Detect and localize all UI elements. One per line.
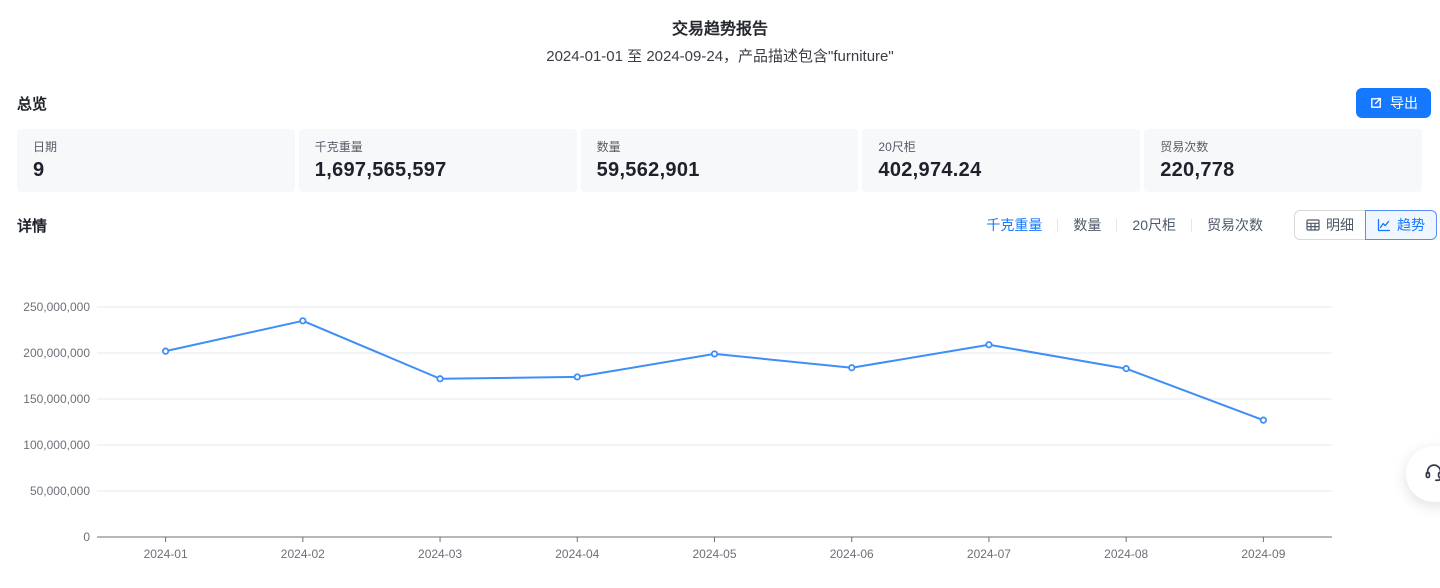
tab-quantity[interactable]: 数量 — [1073, 215, 1101, 235]
svg-text:2024-07: 2024-07 — [967, 547, 1011, 561]
trend-view-button[interactable]: 趋势 — [1365, 210, 1437, 240]
svg-text:2024-02: 2024-02 — [281, 547, 325, 561]
svg-text:200,000,000: 200,000,000 — [23, 346, 90, 360]
details-section-title: 详情 — [17, 215, 47, 236]
export-button-label: 导出 — [1390, 93, 1418, 113]
stat-label: 千克重量 — [315, 140, 561, 154]
svg-text:2024-09: 2024-09 — [1241, 547, 1285, 561]
svg-text:2024-04: 2024-04 — [555, 547, 599, 561]
stat-label: 日期 — [33, 140, 279, 154]
svg-text:150,000,000: 150,000,000 — [23, 392, 90, 406]
stat-value: 9 — [33, 159, 279, 182]
svg-text:100,000,000: 100,000,000 — [23, 438, 90, 452]
stat-card-date: 日期 9 — [17, 129, 295, 192]
metric-tabs: 千克重量 数量 20尺柜 贸易次数 — [986, 215, 1263, 235]
stat-label: 贸易次数 — [1160, 140, 1406, 154]
detail-view-label: 明细 — [1326, 215, 1354, 235]
view-toggle-group: 明细 趋势 — [1294, 210, 1437, 240]
export-icon — [1369, 96, 1383, 110]
svg-text:2024-01: 2024-01 — [144, 547, 188, 561]
overview-header: 总览 导出 — [17, 87, 1431, 119]
svg-text:50,000,000: 50,000,000 — [30, 484, 90, 498]
stat-card-20ft-container: 20尺柜 402,974.24 — [862, 129, 1140, 192]
page-subtitle: 2024-01-01 至 2024-09-24，产品描述包含"furniture… — [0, 45, 1440, 66]
svg-text:2024-08: 2024-08 — [1104, 547, 1148, 561]
svg-text:2024-05: 2024-05 — [692, 547, 736, 561]
detail-view-button[interactable]: 明细 — [1294, 210, 1365, 240]
stat-label: 数量 — [597, 140, 843, 154]
trend-view-label: 趋势 — [1397, 215, 1425, 235]
details-header: 详情 千克重量 数量 20尺柜 贸易次数 明细 — [17, 209, 1437, 241]
trade-trend-report-page: 交易趋势报告 2024-01-01 至 2024-09-24，产品描述包含"fu… — [0, 0, 1440, 588]
tab-kg-weight[interactable]: 千克重量 — [986, 215, 1042, 235]
trend-line-chart[interactable]: 0 50,000,000 100,000,000 150,000,000 200,000… — [0, 280, 1440, 580]
svg-text:2024-03: 2024-03 — [418, 547, 462, 561]
stat-card-quantity: 数量 59,562,901 — [581, 129, 859, 192]
stat-label: 20尺柜 — [878, 140, 1124, 154]
tab-separator — [1191, 219, 1192, 232]
stat-value: 1,697,565,597 — [315, 159, 561, 182]
svg-text:0: 0 — [83, 530, 90, 544]
stat-card-trade-count: 贸易次数 220,778 — [1144, 129, 1422, 192]
tab-separator — [1057, 219, 1058, 232]
headset-icon — [1423, 461, 1440, 488]
stat-card-kg-weight: 千克重量 1,697,565,597 — [299, 129, 577, 192]
tab-separator — [1116, 219, 1117, 232]
stat-value: 402,974.24 — [878, 159, 1124, 182]
tab-trade-count[interactable]: 贸易次数 — [1207, 215, 1263, 235]
table-icon — [1306, 218, 1320, 232]
tab-20ft-container[interactable]: 20尺柜 — [1132, 215, 1176, 235]
svg-text:2024-06: 2024-06 — [830, 547, 874, 561]
svg-text:250,000,000: 250,000,000 — [23, 300, 90, 314]
stat-value: 59,562,901 — [597, 159, 843, 182]
trend-icon — [1377, 218, 1391, 232]
overview-section-title: 总览 — [17, 93, 47, 114]
overview-cards: 日期 9 千克重量 1,697,565,597 数量 59,562,901 20… — [17, 129, 1422, 192]
stat-value: 220,778 — [1160, 159, 1406, 182]
export-button[interactable]: 导出 — [1356, 88, 1431, 118]
page-title: 交易趋势报告 — [0, 15, 1440, 39]
